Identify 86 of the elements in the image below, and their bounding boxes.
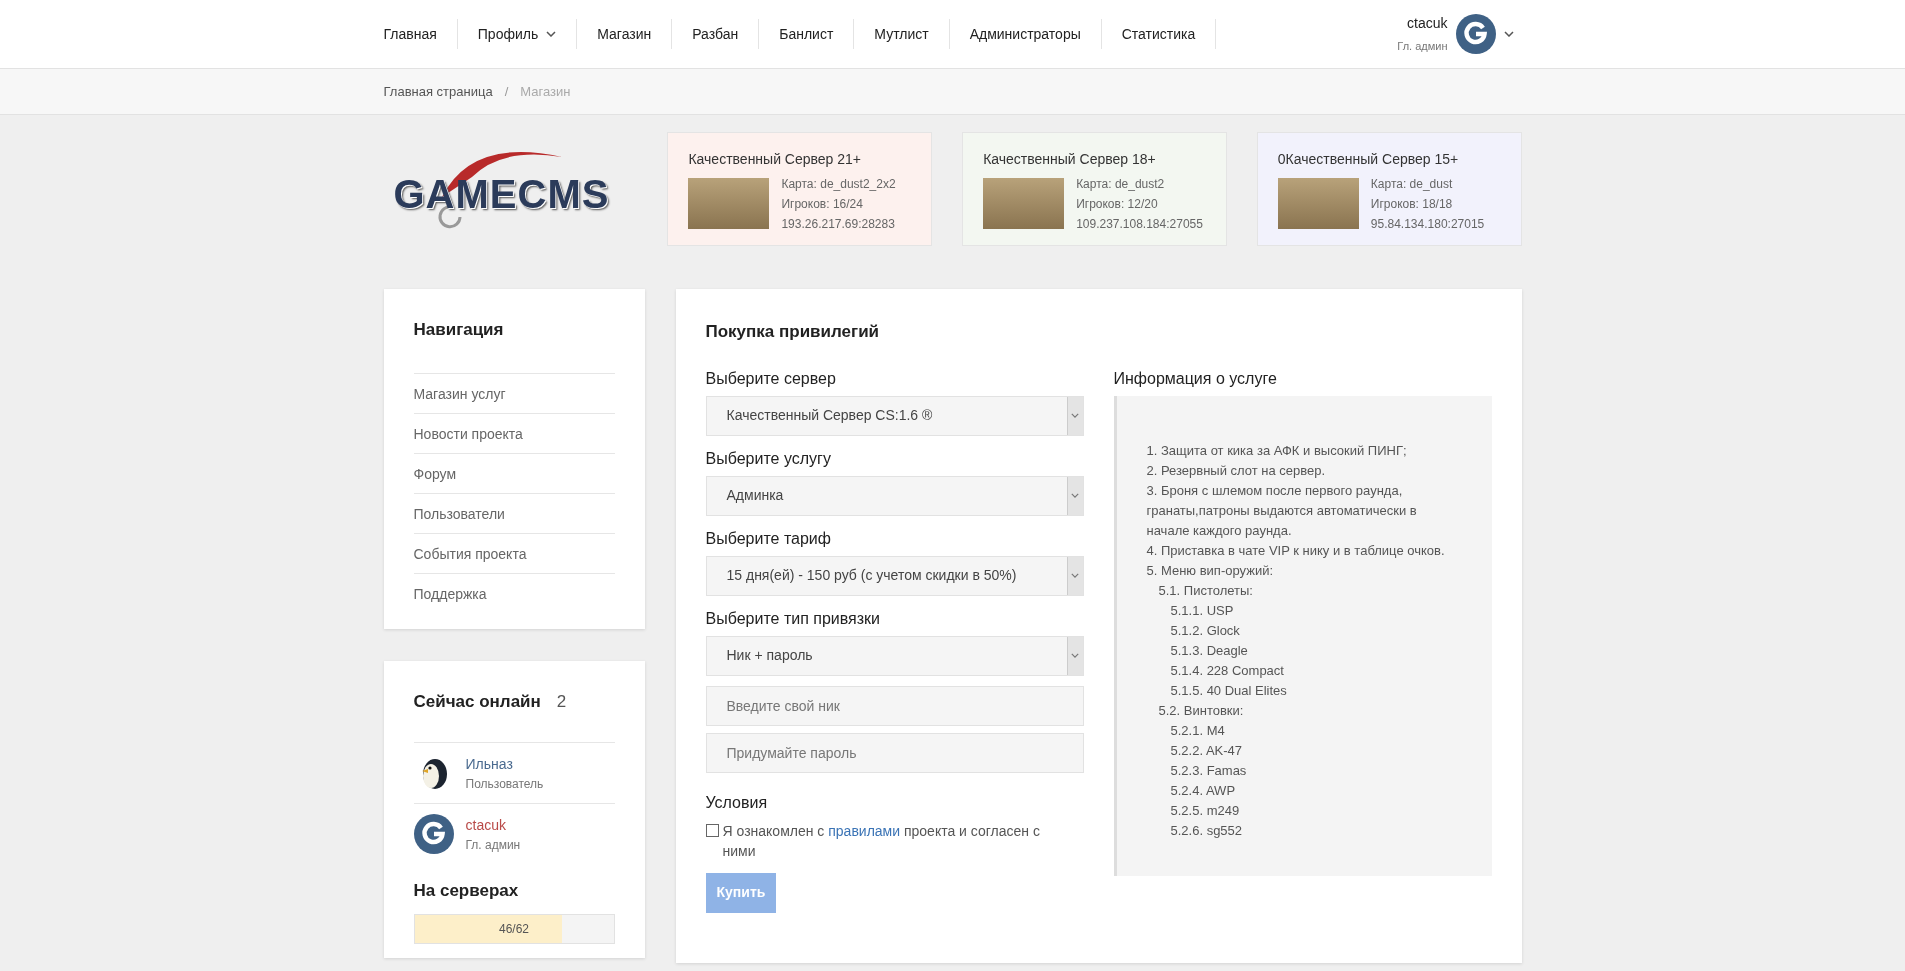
chevron-down-icon [1071, 413, 1079, 418]
text-input[interactable]: Придумайте пароль [705, 732, 1084, 773]
user-role: Пользователь [465, 775, 544, 793]
field-label: Выберите услугу [705, 448, 832, 469]
avatar-icon [413, 814, 454, 854]
online-count: 2 [556, 690, 567, 713]
server-players: Игроков: 12/20 [1076, 196, 1159, 213]
server-address: 109.237.108.184:27055 [1076, 216, 1203, 233]
server-players: Игроков: 16/24 [781, 196, 864, 213]
server-players: Игроков: 18/18 [1370, 196, 1454, 213]
progress-reading: 46/62 [498, 920, 530, 938]
server-address: 95.84.134.180:27015 [1370, 216, 1485, 233]
info-line: 5.2. Винтовки: [1157, 701, 1245, 720]
chevron-down-icon [1071, 573, 1079, 578]
server-name: Качественный Сервер 21+ [688, 150, 863, 169]
info-line: 5.2.4. AWP [1169, 781, 1237, 800]
select-dropdown[interactable]: Качественный Сервер CS:1.6 ® [705, 395, 1084, 436]
server-address: 193.26.217.69:28283 [781, 216, 896, 233]
info-line: 5.2.1. M4 [1169, 721, 1226, 740]
server-name: Качественный Сервер 18+ [983, 150, 1157, 169]
section-title: На серверах [413, 880, 520, 902]
user-name: ctacuk [1407, 14, 1448, 34]
user-link[interactable]: ctacuk [465, 814, 521, 836]
sidebar-link[interactable]: События проекта [413, 532, 615, 573]
select-dropdown[interactable]: Админка [705, 475, 1084, 516]
info-line: 1. Защита от кика за АФК и высокий ПИНГ; [1146, 441, 1408, 460]
card-title: Покупка привилегий [705, 321, 881, 343]
avatar-icon [1455, 14, 1496, 54]
info-line: 5.1. Пистолеты: [1157, 581, 1254, 600]
info-line: 4. Приставка в чате VIP к нику и в таблице очков. [1146, 541, 1446, 560]
info-line: 5.1.2. Glock [1169, 621, 1241, 640]
user-menu[interactable]: ctacuk Гл. админ [1397, 13, 1514, 55]
sidebar-link[interactable]: Новости проекта [413, 412, 615, 453]
user-role: Гл. админ [1397, 39, 1448, 55]
info-line: 5.1.1. USP [1169, 601, 1235, 620]
field-label: Выберите сервер [705, 368, 837, 389]
info-line: 5.2.2. AK-47 [1169, 741, 1244, 760]
info-line: 5.1.5. 40 Dual Elites [1169, 681, 1288, 700]
nav-link[interactable]: Магазин [577, 23, 672, 45]
nav-link[interactable]: Мутлист [854, 23, 949, 45]
info-line: 3. Броня с шлемом после первого раунда, гранаты,патроны выдаются автоматически в начале каждого раунда. [1146, 481, 1418, 540]
sidebar-link[interactable]: Поддержка [413, 572, 615, 613]
terms-checkbox[interactable] [705, 823, 719, 837]
breadcrumb-separator: / [504, 82, 509, 101]
info-line: 5.1.3. Deagle [1169, 641, 1249, 660]
server-map: Карта: de_dust [1370, 176, 1454, 193]
nav-link[interactable]: Разбан [672, 23, 759, 45]
select-dropdown[interactable]: 15 дня(ей) - 150 руб (с учетом скидки в 50%) [705, 555, 1084, 596]
logo: GAMECMS [383, 129, 638, 249]
section-title: Информация о услуге [1113, 368, 1278, 389]
server-card[interactable]: Качественный Сервер 21+ Карта: de_dust2_2x2 Игроков: 16/24 193.26.217.69:28283 [667, 132, 933, 246]
nav-link[interactable]: Банлист [759, 23, 854, 45]
card-title: Сейчас онлайн [413, 690, 541, 713]
nav-link[interactable]: Администраторы [949, 23, 1101, 45]
server-map: Карта: de_dust2_2x2 [781, 176, 896, 193]
sidebar-link[interactable]: Форум [413, 452, 615, 493]
chevron-down-icon [1071, 493, 1079, 498]
rules-link[interactable]: правилами [828, 822, 901, 839]
chevron-down-icon [1071, 653, 1079, 658]
sidebar-link[interactable]: Пользователи [413, 492, 615, 533]
user-link[interactable]: Ильназ [465, 753, 544, 775]
info-line: 2. Резервный слот на сервер. [1146, 461, 1327, 480]
section-title: Условия [705, 792, 769, 813]
server-name: 0Качественный Сервер 15+ [1277, 150, 1460, 169]
info-line: 5.1.4. 228 Compact [1169, 661, 1285, 680]
terms-text: Я ознакомлен с правилами проекта и согласен с ними [722, 821, 1041, 861]
breadcrumb-link[interactable]: Главная страница [383, 81, 493, 102]
text-input[interactable]: Введите свой ник [705, 685, 1084, 726]
user-role: Гл. админ [465, 836, 521, 854]
info-line: 5.2.5. m249 [1169, 801, 1241, 820]
info-line: 5. Меню вип-оружий: [1146, 561, 1275, 580]
chevron-down-icon [1503, 31, 1514, 37]
chevron-down-icon [546, 31, 557, 37]
server-map: Карта: de_dust2 [1076, 176, 1166, 193]
card-title: Навигация [413, 319, 505, 341]
nav-link[interactable]: Главная [383, 23, 457, 45]
sidebar-link[interactable]: Магазин услуг [413, 372, 615, 413]
nav-link[interactable]: Статистика [1101, 23, 1216, 45]
info-line: 5.2.3. Famas [1169, 761, 1248, 780]
nav-link[interactable]: Профиль [457, 23, 577, 45]
server-card[interactable]: Качественный Сервер 18+ Карта: de_dust2 Игроков: 12/20 109.237.108.184:27055 [962, 132, 1227, 246]
info-line: 5.2.6. sg552 [1169, 821, 1244, 840]
field-label: Выберите тариф [705, 528, 832, 549]
server-card[interactable]: 0Качественный Сервер 15+ Карта: de_dust Игроков: 18/18 95.84.134.180:27015 [1256, 132, 1522, 246]
select-dropdown[interactable]: Ник + пароль [705, 635, 1084, 676]
field-label: Выберите тип привязки [705, 608, 881, 629]
